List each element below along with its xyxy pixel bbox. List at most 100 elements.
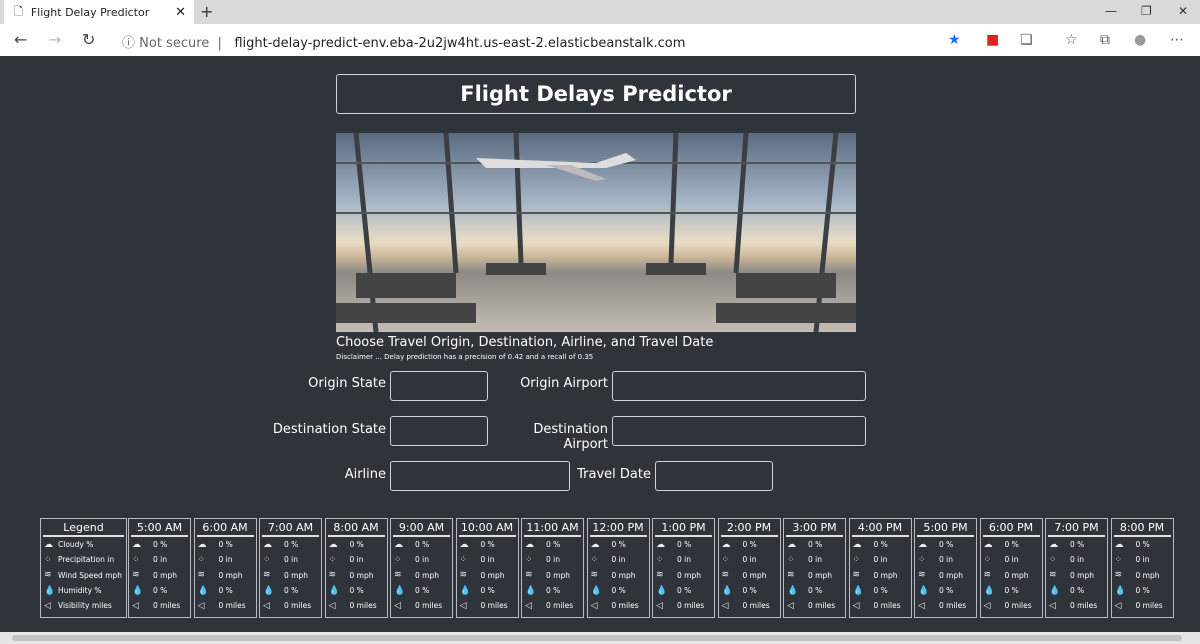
hourly-weather-card: 8:00 PM ☁ 0 % ⁘ 0 in ≋ 0 mph 💧 0 % ◁ 0 miles xyxy=(1110,518,1174,618)
weather-value: 0 % xyxy=(349,586,364,596)
humidity-icon: 💧 xyxy=(263,585,275,596)
hour-label: 6:00 PM xyxy=(982,519,1040,537)
maximize-icon[interactable]: ❐ xyxy=(1141,4,1152,18)
weather-value: 0 in xyxy=(1070,555,1084,565)
weather-value: 0 mph xyxy=(873,570,898,580)
precipitation-icon: ⁘ xyxy=(328,554,337,565)
humidity-icon: 💧 xyxy=(197,585,209,596)
hour-label: 8:00 AM xyxy=(327,519,385,537)
visibility-icon: ◁ xyxy=(1049,600,1056,611)
humidity-icon: 💧 xyxy=(656,585,668,596)
wind-icon: ≋ xyxy=(1114,570,1123,581)
humidity-icon: 💧 xyxy=(525,585,537,596)
cloud-icon: ☁ xyxy=(721,539,731,550)
hourly-weather-card: 6:00 PM ☁ 0 % ⁘ 0 in ≋ 0 mph 💧 0 % ◁ 0 miles xyxy=(979,518,1043,618)
menu-icon[interactable]: ⋯ xyxy=(1170,32,1184,48)
hourly-weather-card: 6:00 AM ☁ 0 % ⁘ 0 in ≋ 0 mph 💧 0 % ◁ 0 miles xyxy=(193,518,257,618)
hour-label: 11:00 AM xyxy=(524,519,581,537)
weather-value: 0 miles xyxy=(939,601,967,611)
weather-value: 0 % xyxy=(939,586,954,596)
weather-value: 0 % xyxy=(1070,540,1085,550)
visibility-icon: ◁ xyxy=(852,600,860,611)
refresh-icon[interactable]: ↻ xyxy=(82,30,95,49)
weather-value: 0 mph xyxy=(1004,570,1029,580)
cloud-icon: ☁ xyxy=(263,539,272,550)
hour-label: 3:00 PM xyxy=(786,519,843,537)
weather-value: 0 miles xyxy=(546,601,574,611)
weather-value: 0 % xyxy=(742,586,757,596)
forward-icon[interactable]: → xyxy=(48,30,61,49)
tabs-icon[interactable]: ⧉ xyxy=(1100,32,1110,48)
visibility-icon: ◁ xyxy=(197,600,205,611)
weather-value: 0 miles xyxy=(1004,601,1032,611)
browser-chrome: 🗋 Flight Delay Predictor ✕ + — ❐ ✕ ← → ↻… xyxy=(0,0,1200,56)
back-icon[interactable]: ← xyxy=(14,30,27,49)
hourly-weather-card: 9:00 AM ☁ 0 % ⁘ 0 in ≋ 0 mph 💧 0 % ◁ 0 miles xyxy=(390,518,453,618)
browser-tab[interactable]: 🗋 Flight Delay Predictor ✕ xyxy=(4,0,194,24)
weather-value: 0 mph xyxy=(349,570,374,580)
new-tab-icon[interactable]: + xyxy=(200,2,213,21)
precipitation-icon: ⁘ xyxy=(44,554,52,565)
humidity-icon: 💧 xyxy=(590,585,602,596)
precipitation-icon: ⁘ xyxy=(852,554,861,565)
weather-value: 0 miles xyxy=(873,601,901,611)
origin-state-input[interactable] xyxy=(390,371,488,401)
origin-airport-input[interactable] xyxy=(612,371,866,401)
weather-value: 0 in xyxy=(349,555,364,565)
precipitation-icon: ⁘ xyxy=(459,554,468,565)
weather-value: 0 in xyxy=(284,555,298,565)
hour-label: 8:00 PM xyxy=(1113,519,1171,537)
weather-value: 0 miles xyxy=(1070,601,1098,611)
weather-value: 0 miles xyxy=(284,601,312,611)
hourly-weather-card: 11:00 AM ☁ 0 % ⁘ 0 in ≋ 0 mph 💧 0 % ◁ 0 miles xyxy=(521,518,584,618)
not-secure-label: Not secure xyxy=(139,36,210,51)
travel-date-input[interactable] xyxy=(655,461,773,491)
hourly-weather-card: 7:00 AM ☁ 0 % ⁘ 0 in ≋ 0 mph 💧 0 % ◁ 0 miles xyxy=(259,518,322,618)
weather-value: 0 mph xyxy=(1135,570,1160,580)
address-bar[interactable]: ⓘ Not secure | flight-delay-predict-env.… xyxy=(122,32,685,51)
weather-value: 0 in xyxy=(808,555,822,565)
hourly-weather-card: 3:00 PM ☁ 0 % ⁘ 0 in ≋ 0 mph 💧 0 % ◁ 0 miles xyxy=(783,518,846,618)
precipitation-icon: ⁘ xyxy=(983,554,992,565)
collections-icon[interactable]: ❏ xyxy=(1020,32,1033,48)
weather-value: 0 in xyxy=(742,555,757,565)
destination-airport-input[interactable] xyxy=(612,416,866,446)
wind-icon: ≋ xyxy=(525,570,533,581)
horizontal-scrollbar[interactable] xyxy=(0,632,1200,644)
favorites-icon[interactable]: ☆ xyxy=(1065,32,1078,48)
cloud-icon: ☁ xyxy=(328,539,338,550)
weather-value: 0 mph xyxy=(808,570,832,580)
cloud-icon: ☁ xyxy=(656,539,665,550)
close-tab-icon[interactable]: ✕ xyxy=(175,5,186,20)
weather-value: 0 mph xyxy=(284,570,308,580)
visibility-icon: ◁ xyxy=(525,600,532,611)
legend-item: Precipitation in xyxy=(58,555,115,565)
weather-value: 0 in xyxy=(677,555,691,565)
weather-value: 0 in xyxy=(218,555,233,565)
destination-state-input[interactable] xyxy=(390,416,488,446)
weather-value: 0 % xyxy=(415,540,430,550)
wind-icon: ≋ xyxy=(1049,570,1057,581)
minimize-icon[interactable]: — xyxy=(1105,4,1117,18)
star-icon[interactable]: ★ xyxy=(948,32,961,48)
hourly-weather-card: 2:00 PM ☁ 0 % ⁘ 0 in ≋ 0 mph 💧 0 % ◁ 0 miles xyxy=(717,518,781,618)
hour-label: 7:00 PM xyxy=(1048,519,1105,537)
weather-value: 0 % xyxy=(218,540,233,550)
precipitation-icon: ⁘ xyxy=(590,554,599,565)
weather-value: 0 miles xyxy=(415,601,443,611)
hour-label: 4:00 PM xyxy=(851,519,909,537)
close-window-icon[interactable]: ✕ xyxy=(1178,4,1188,18)
weather-value: 0 miles xyxy=(218,601,246,611)
weather-value: 0 % xyxy=(1004,586,1019,596)
url-text: flight-delay-predict-env.eba-2u2jw4ht.us… xyxy=(234,36,686,51)
profile-avatar[interactable]: ● xyxy=(1134,32,1146,48)
humidity-icon: 💧 xyxy=(1114,585,1126,596)
weather-value: 0 % xyxy=(153,540,168,550)
weather-value: 0 % xyxy=(742,540,757,550)
humidity-icon: 💧 xyxy=(394,585,406,596)
precipitation-icon: ⁘ xyxy=(656,554,664,565)
extension-icon[interactable]: ■ xyxy=(986,32,999,48)
hourly-weather-card: 5:00 PM ☁ 0 % ⁘ 0 in ≋ 0 mph 💧 0 % ◁ 0 miles xyxy=(914,518,977,618)
airline-input[interactable] xyxy=(390,461,570,491)
weather-value: 0 % xyxy=(1004,540,1019,550)
